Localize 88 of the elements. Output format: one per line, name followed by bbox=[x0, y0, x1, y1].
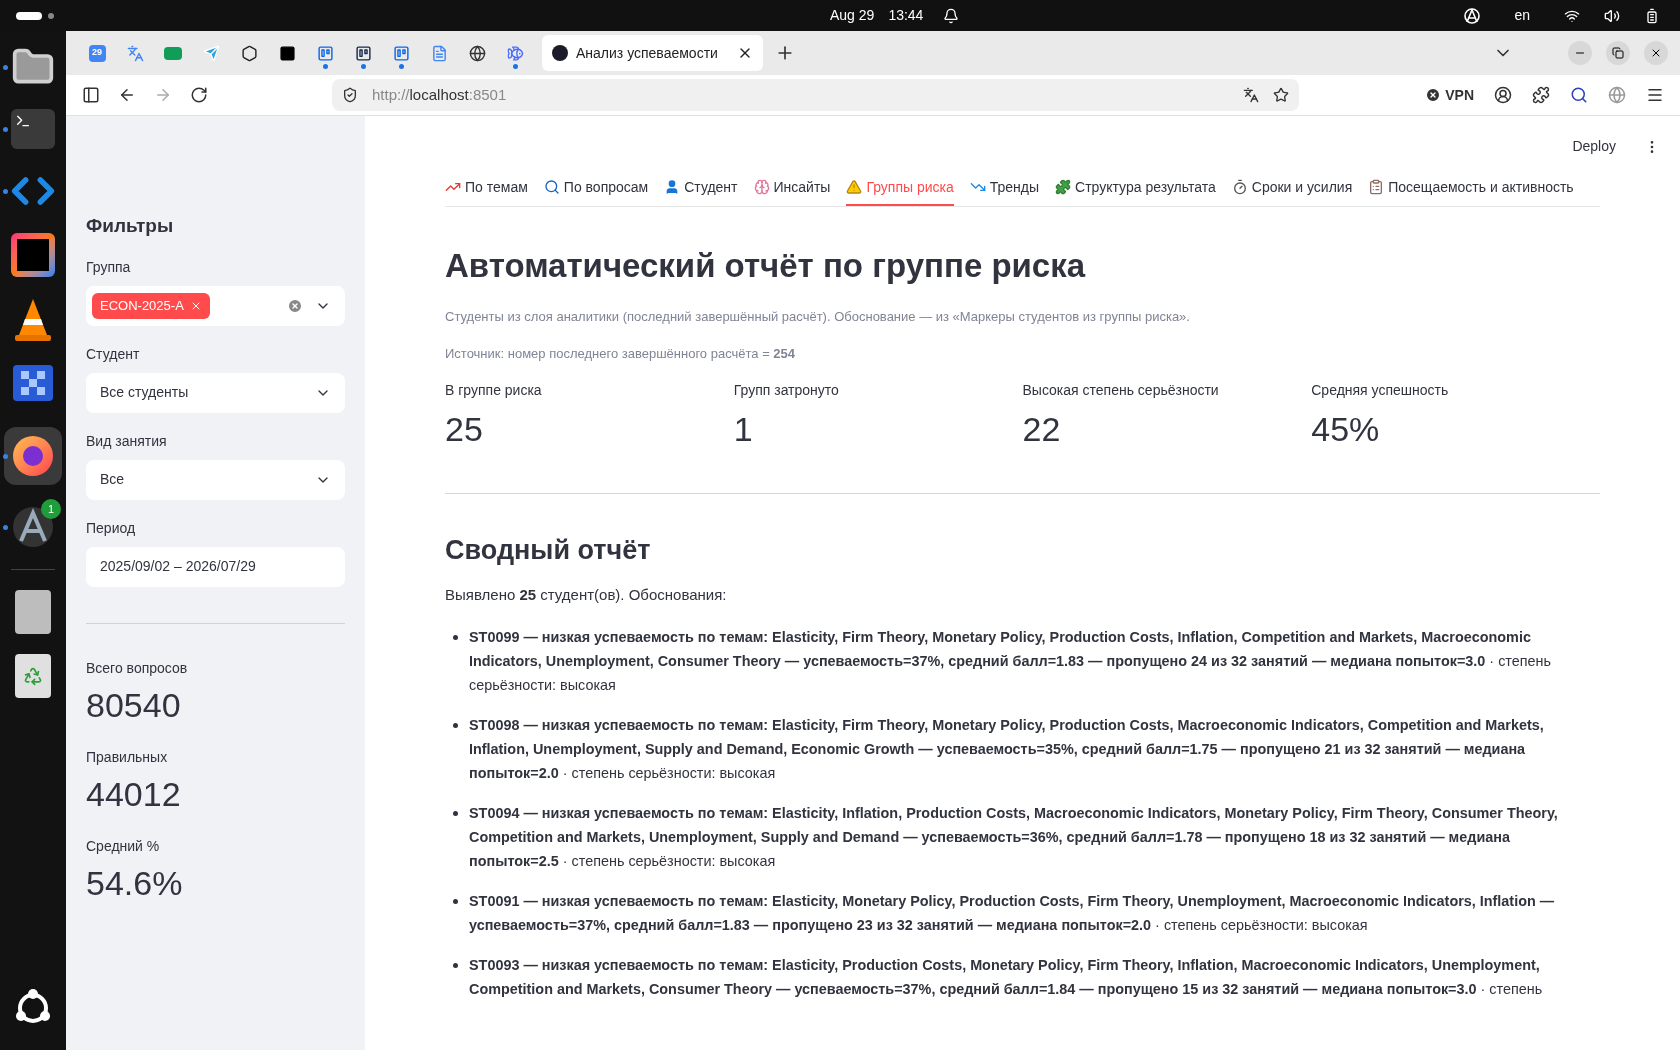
bookmark-star-icon[interactable] bbox=[1273, 87, 1289, 103]
risk-reason: ST0099 — низкая успеваемость по темам: Elasticity, Firm Theory, Monetary Policy, Production Costs, Inflation, Competition and Markets, Macroeconomic Indicators, Unemployment, Consumer Theory — успеваемость=37%, средний балл=1.83 — пропущено 24 из 32 занятий — медиана попыток=3.0 · степень серьёзности: высокая bbox=[469, 627, 1552, 695]
dark-square-icon[interactable] bbox=[278, 44, 296, 62]
clock-time[interactable]: 13:44 bbox=[888, 5, 924, 26]
metric-value: 22 bbox=[1022, 408, 1062, 449]
tab[interactable]: Инсайты bbox=[753, 170, 831, 206]
battery-icon[interactable] bbox=[1644, 7, 1660, 24]
section-title: Сводный отчёт bbox=[445, 533, 652, 567]
warning-icon bbox=[846, 179, 863, 195]
circled-a-icon[interactable] bbox=[1464, 7, 1481, 24]
restore-icon bbox=[1612, 47, 1624, 59]
metric-value: 1 bbox=[733, 408, 754, 449]
extensions-icon[interactable] bbox=[1532, 86, 1550, 104]
metric-value: 54.6% bbox=[86, 862, 184, 903]
clipboard-icon bbox=[1368, 179, 1385, 195]
spreadsheet-icon[interactable] bbox=[164, 46, 182, 60]
metric-value: 45% bbox=[1311, 408, 1381, 449]
clock[interactable]: Aug 29 bbox=[830, 5, 875, 26]
metric-value: 44012 bbox=[86, 773, 182, 814]
search-icon[interactable] bbox=[1570, 86, 1588, 104]
metric-label: Средний % bbox=[86, 836, 161, 856]
metric-value: 25 bbox=[445, 408, 484, 449]
close-window-button[interactable] bbox=[1644, 41, 1668, 65]
metric-label: Высокая степень серьёзности bbox=[1022, 380, 1220, 400]
document-icon[interactable] bbox=[430, 44, 448, 62]
back-icon[interactable] bbox=[118, 86, 136, 104]
workspace-indicator[interactable] bbox=[16, 11, 54, 20]
puzzle-icon bbox=[1055, 179, 1072, 195]
keyboard-language[interactable]: en bbox=[1514, 5, 1530, 26]
disconnected-icon bbox=[1425, 87, 1442, 103]
calendar-icon[interactable]: 29 bbox=[88, 44, 106, 62]
maximize-button[interactable] bbox=[1606, 41, 1630, 65]
filter-label: Группа bbox=[86, 257, 132, 277]
metric-value: 80540 bbox=[86, 684, 182, 725]
browser-tab[interactable]: Анализ успеваемости bbox=[542, 35, 763, 71]
translate-icon[interactable] bbox=[1243, 87, 1259, 103]
select-field[interactable]: Все студенты bbox=[86, 372, 345, 413]
shield-icon bbox=[342, 87, 358, 103]
ide-icon[interactable] bbox=[11, 233, 55, 277]
account-icon[interactable] bbox=[1494, 86, 1512, 104]
filter-label: Студент bbox=[86, 344, 141, 364]
tab[interactable]: По вопросам bbox=[543, 170, 649, 206]
circled-a-icon[interactable] bbox=[11, 505, 55, 549]
search-icon bbox=[543, 179, 560, 195]
brain-icon bbox=[753, 179, 770, 195]
metric-label: Всего вопросов bbox=[86, 658, 189, 678]
browser-icon[interactable] bbox=[4, 427, 62, 485]
tab[interactable]: Тренды bbox=[969, 170, 1040, 206]
deploy-button[interactable]: Deploy bbox=[1572, 136, 1616, 157]
board-icon[interactable] bbox=[354, 44, 372, 62]
page-title: Автоматический отчёт по группе риска bbox=[445, 246, 1087, 286]
select-field[interactable]: Все bbox=[86, 459, 345, 500]
address-bar[interactable]: http://localhost:8501 bbox=[332, 79, 1299, 111]
tab[interactable]: Студент bbox=[664, 170, 738, 206]
tab[interactable]: По темам bbox=[445, 170, 528, 206]
metric-label: Групп затронуто bbox=[733, 380, 840, 400]
vpn-button[interactable]: VPN bbox=[1425, 84, 1474, 106]
caption: Студенты из слоя аналитики (последний завершённый расчёт). Обоснование — из «Маркеры студентов из группы риска». bbox=[445, 307, 1191, 326]
reload-icon[interactable] bbox=[190, 86, 208, 104]
minimize-button[interactable] bbox=[1568, 41, 1592, 65]
tab[interactable]: Посещаемость и активность bbox=[1368, 170, 1574, 206]
source-note: Источник: номер последнего завершённого расчёта = 254 bbox=[445, 345, 797, 363]
filter-label: Период bbox=[86, 518, 137, 538]
metric-label: Средняя успешность bbox=[1311, 380, 1450, 400]
menu-icon[interactable] bbox=[1646, 86, 1664, 104]
close-icon bbox=[1650, 47, 1662, 59]
notification-badge: 1 bbox=[41, 499, 61, 519]
timer-icon bbox=[1231, 179, 1248, 195]
volume-icon[interactable] bbox=[1604, 7, 1620, 24]
tab[interactable]: Сроки и усилия bbox=[1231, 170, 1353, 206]
filter-label: Вид занятия bbox=[86, 431, 168, 451]
metric-label: Правильных bbox=[86, 747, 169, 767]
trash-icon[interactable] bbox=[15, 654, 51, 698]
bell-icon[interactable] bbox=[943, 7, 960, 24]
sidebar-icon[interactable] bbox=[82, 86, 100, 104]
clear-icon[interactable] bbox=[287, 297, 303, 314]
tab[interactable]: Структура результата bbox=[1055, 170, 1216, 206]
risk-reason: ST0093 — низкая успеваемость по темам: Elasticity, Production Costs, Monetary Policy, Firm Theory, Inflation, Macroeconomic Indicators, Unemployment, Competition and Markets, Consumer Theory — успеваемость=37%, средний балл=1.84 — пропущено 15 из 32 занятий — медиана попыток=3.0 · степень bbox=[469, 955, 1544, 999]
risk-reason: ST0091 — низкая успеваемость по темам: Elasticity, Monetary Policy, Production Costs, Firm Theory, Unemployment, Macroeconomic Indicators, Inflation — успеваемость=37%, средний балл=1.83 — пропущено 23 из 32 занятий — медиана попыток=2.0 · степень серьёзности: высокая bbox=[469, 891, 1556, 935]
risk-reason: ST0098 — низкая успеваемость по темам: Elasticity, Firm Theory, Monetary Policy, Production Costs, Macroeconomic Indicators, Competition and Markets, Inflation, Unemployment, Supply and Demand, Economic Growth — успеваемость=35%, средний балл=1.75 — пропущено 21 из 32 занятий — медиана попыток=2.0 · степень серьёзности: высокая bbox=[469, 715, 1545, 783]
date-range-field[interactable]: 2025/09/02 – 2026/07/29 bbox=[86, 546, 345, 587]
sidebar-title: Фильтры bbox=[86, 214, 175, 238]
summary-text: Выявлено 25 студент(ов). Обоснования: bbox=[445, 585, 728, 605]
globe-icon[interactable] bbox=[468, 44, 486, 62]
metric-label: В группе риска bbox=[445, 380, 543, 400]
risk-reason: ST0094 — низкая успеваемость по темам: Elasticity, Inflation, Production Costs, Macroeconomic Indicators, Monetary Policy, Firm Theory, Consumer Theory, Competition and Markets, Unemployment, Supply and Demand — успеваемость=36%, средний балл=1.78 — пропущено 18 из 32 занятий — медиана попыток=2.5 · степень серьёзности: высокая bbox=[469, 803, 1559, 871]
paper-plane-icon[interactable] bbox=[202, 44, 220, 62]
url-text: http://localhost:8501 bbox=[372, 84, 508, 105]
